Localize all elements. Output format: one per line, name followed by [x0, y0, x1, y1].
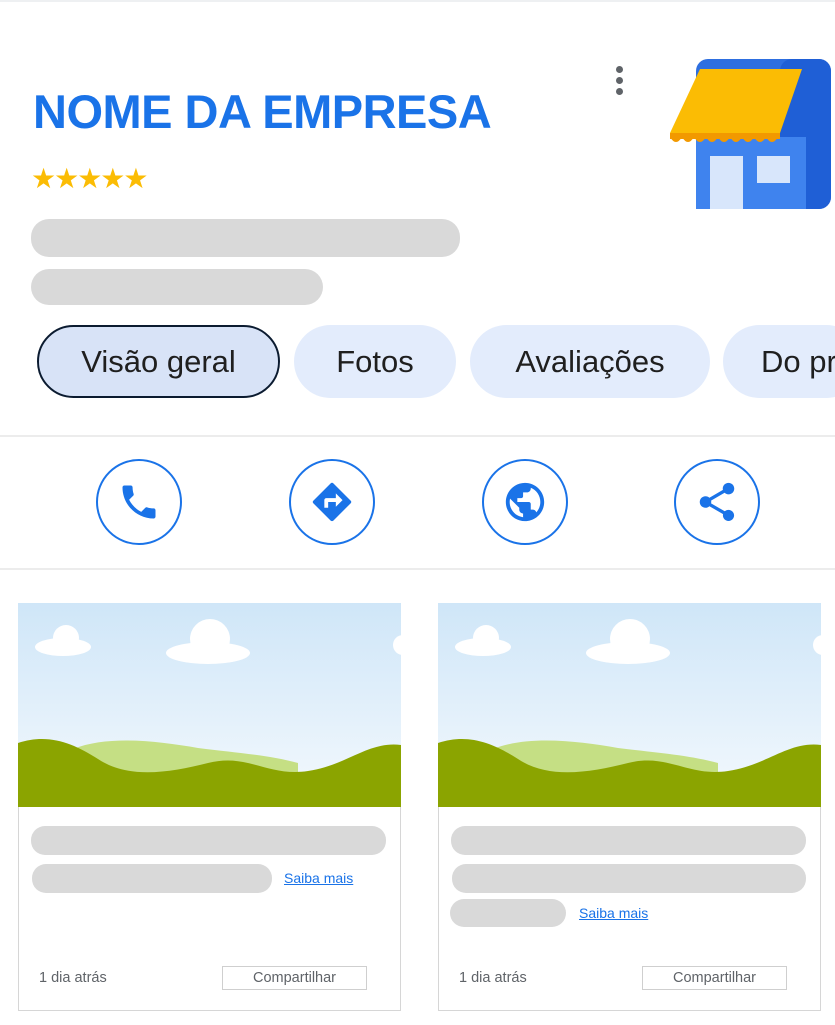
post-time: 1 dia atrás [459, 970, 527, 986]
share-post-button[interactable]: Compartilhar [642, 966, 787, 990]
business-name: NOME DA EMPRESA [33, 85, 492, 138]
post-card: Saiba mais 1 dia atrás Compartilhar [437, 602, 821, 1011]
tab-products[interactable]: Do pr [723, 325, 835, 398]
menu-dot [615, 76, 623, 84]
placeholder-line [31, 826, 386, 855]
tab-photos[interactable]: Fotos [294, 325, 456, 398]
rating-stars: ★★★★★ [31, 162, 149, 195]
top-divider [0, 0, 835, 2]
placeholder-line [451, 826, 806, 855]
learn-more-link[interactable]: Saiba mais [284, 870, 353, 886]
menu-dot [615, 65, 623, 73]
menu-dot [615, 87, 623, 95]
landscape-image [437, 602, 821, 807]
call-button[interactable] [96, 459, 182, 545]
directions-button[interactable] [289, 459, 375, 545]
placeholder-line [31, 269, 323, 305]
learn-more-link[interactable]: Saiba mais [579, 905, 648, 921]
phone-icon [122, 485, 156, 519]
placeholder-line [452, 864, 806, 893]
more-options-button[interactable] [603, 62, 635, 98]
website-button[interactable] [482, 459, 568, 545]
post-time: 1 dia atrás [39, 970, 107, 986]
section-divider [0, 435, 835, 437]
share-icon [699, 482, 735, 522]
landscape-image [17, 602, 401, 807]
placeholder-line [31, 219, 460, 257]
tab-reviews[interactable]: Avaliações [470, 325, 710, 398]
placeholder-line [32, 864, 272, 893]
section-divider [0, 568, 835, 570]
website-icon [505, 482, 545, 522]
directions-icon [312, 482, 352, 522]
placeholder-line [450, 899, 566, 927]
post-card: Saiba mais 1 dia atrás Compartilhar [17, 602, 401, 1011]
share-post-button[interactable]: Compartilhar [222, 966, 367, 990]
tab-overview[interactable]: Visão geral [37, 325, 280, 398]
store-icon [670, 59, 831, 209]
share-button[interactable] [674, 459, 760, 545]
